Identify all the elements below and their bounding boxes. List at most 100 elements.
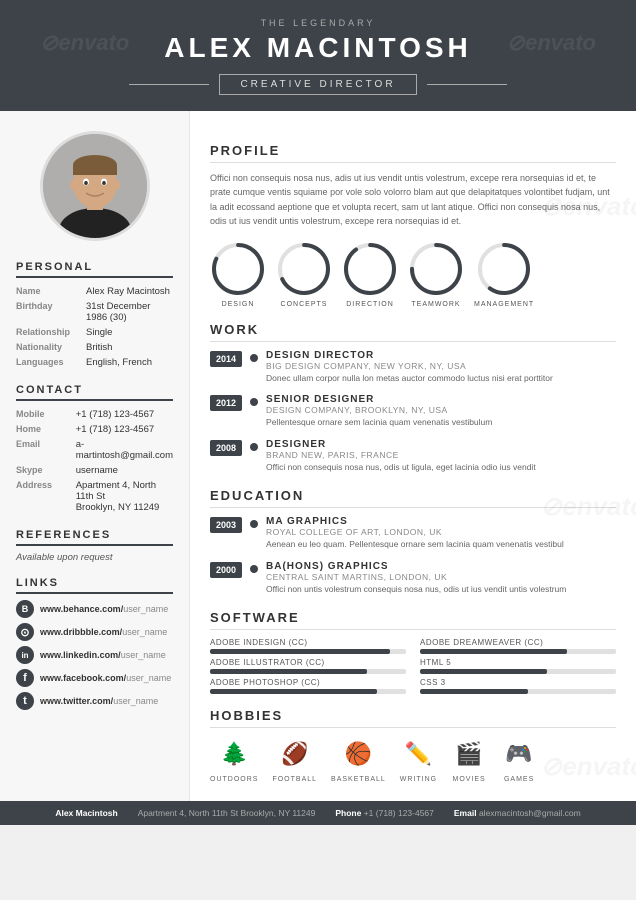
right-column: ⊘envato ⊘envato ⊘envato Profile Offici n… <box>190 111 636 801</box>
hobby-item-writing: ✏️ Writing <box>400 736 437 783</box>
software-bar-fill <box>420 689 528 694</box>
timeline-content: BA(Hons) Graphics Central Saint Martins,… <box>266 561 616 596</box>
personal-relationship-value: Single <box>86 325 173 340</box>
contact-email-value: a-martintosh@gmail.com <box>76 437 173 463</box>
software-item: Adobe Dreamweaver (CC) <box>420 638 616 654</box>
personal-name-value: Alex Ray Macintosh <box>86 284 173 299</box>
references-section-title: References <box>16 529 173 546</box>
hobby-item-football: 🏈 Football <box>272 736 317 783</box>
software-bar-bg <box>420 649 616 654</box>
personal-relationship-label: Relationship <box>16 325 86 340</box>
facebook-link-text: www.facebook.com/user_name <box>40 673 171 683</box>
timeline-company: Central Saint Martins, London, UK <box>266 572 616 582</box>
skill-circle-teamwork: Teamwork <box>408 241 464 308</box>
hobby-icon: 🏀 <box>340 736 376 772</box>
software-name: Adobe Dreamweaver (CC) <box>420 638 616 647</box>
contact-skype-label: Skype <box>16 463 76 478</box>
link-twitter[interactable]: t www.twitter.com/user_name <box>16 692 173 710</box>
software-bar-bg <box>420 669 616 674</box>
software-bar-fill <box>210 669 367 674</box>
personal-relationship-row: Relationship Single <box>16 325 173 340</box>
timeline-dot <box>250 443 258 451</box>
software-item: Adobe InDesign (CC) <box>210 638 406 654</box>
personal-nationality-label: Nationality <box>16 340 86 355</box>
year-badge: 2012 <box>210 395 242 411</box>
timeline-dot <box>250 565 258 573</box>
timeline-content: Senior Designer Design Company, Brooklyn… <box>266 394 616 429</box>
education-item: 2003 MA Graphics Royal College of Art, L… <box>210 516 616 551</box>
contact-skype-row: Skype username <box>16 463 173 478</box>
timeline-content: Designer Brand New, Paris, France Offici… <box>266 439 616 474</box>
timeline-dot <box>250 520 258 528</box>
link-dribbble[interactable]: ⊙ www.dribbble.com/user_name <box>16 623 173 641</box>
personal-languages-row: Languages English, French <box>16 355 173 370</box>
contact-mobile-value: +1 (718) 123-4567 <box>76 407 173 422</box>
timeline-content: MA Graphics Royal College of Art, London… <box>266 516 616 551</box>
hobby-item-outdoors: 🌲 Outdoors <box>210 736 258 783</box>
contact-address-value: Apartment 4, North 11th St Brooklyn, NY … <box>76 478 173 515</box>
hobby-icon: 🏈 <box>277 736 313 772</box>
contact-address-row: Address Apartment 4, North 11th St Brook… <box>16 478 173 515</box>
contact-home-row: Home +1 (718) 123-4567 <box>16 422 173 437</box>
hobbies-heading: Hobbies <box>210 708 616 728</box>
personal-name-label: Name <box>16 284 86 299</box>
twitter-icon: t <box>16 692 34 710</box>
header: ⊘envato ⊘envato The Legendary Alex Macin… <box>0 0 636 111</box>
hobby-item-basketball: 🏀 Basketball <box>331 736 386 783</box>
software-bar-fill <box>420 669 547 674</box>
personal-table: Name Alex Ray Macintosh Birthday 31st De… <box>16 284 173 370</box>
software-name: Adobe Photoshop (CC) <box>210 678 406 687</box>
behance-link-text: www.behance.com/user_name <box>40 604 168 614</box>
work-heading: Work <box>210 322 616 342</box>
dribbble-icon: ⊙ <box>16 623 34 641</box>
linkedin-link-text: www.linkedin.com/user_name <box>40 650 166 660</box>
software-bar-fill <box>210 689 377 694</box>
header-title-box: Creative Director <box>219 74 416 95</box>
linkedin-icon: in <box>16 646 34 664</box>
timeline-title: Design Director <box>266 350 616 361</box>
year-badge: 2014 <box>210 351 242 367</box>
hobby-label: Games <box>504 776 534 783</box>
contact-mobile-label: Mobile <box>16 407 76 422</box>
header-name: Alex Macintosh <box>20 32 616 64</box>
software-bar-bg <box>210 689 406 694</box>
hobby-icon: 🌲 <box>216 736 252 772</box>
timeline-desc: Aenean eu leo quam. Pellentesque ornare … <box>266 539 616 551</box>
link-linkedin[interactable]: in www.linkedin.com/user_name <box>16 646 173 664</box>
skill-circle-direction: Direction <box>342 241 398 308</box>
twitter-link-text: www.twitter.com/user_name <box>40 696 158 706</box>
timeline-desc: Donec ullam corpor nulla lon metas aucto… <box>266 373 616 385</box>
work-item: 2008 Designer Brand New, Paris, France O… <box>210 439 616 474</box>
contact-email-label: Email <box>16 437 76 463</box>
footer: Alex Macintosh Apartment 4, North 11th S… <box>0 801 636 825</box>
work-timeline: 2014 Design Director Big Design Company,… <box>210 350 616 475</box>
header-line-right <box>427 84 507 85</box>
profile-photo <box>40 131 150 241</box>
software-bar-fill <box>210 649 390 654</box>
timeline-title: MA Graphics <box>266 516 616 527</box>
software-item: Adobe Illustrator (CC) <box>210 658 406 674</box>
contact-email-row: Email a-martintosh@gmail.com <box>16 437 173 463</box>
hobby-icon: 🎮 <box>501 736 537 772</box>
personal-languages-value: English, French <box>86 355 173 370</box>
contact-skype-value: username <box>76 463 173 478</box>
personal-section-title: Personal <box>16 261 173 278</box>
contact-home-value: +1 (718) 123-4567 <box>76 422 173 437</box>
skill-circle-management: Management <box>474 241 534 308</box>
photo-wrap <box>16 131 173 241</box>
hobby-icon: ✏️ <box>400 736 436 772</box>
link-facebook[interactable]: f www.facebook.com/user_name <box>16 669 173 687</box>
contact-section-title: Contact <box>16 384 173 401</box>
education-heading: Education <box>210 488 616 508</box>
timeline-company: Brand New, Paris, France <box>266 450 616 460</box>
link-behance[interactable]: B www.behance.com/user_name <box>16 600 173 618</box>
behance-icon: B <box>16 600 34 618</box>
footer-email: Email alexmacintosh@gmail.com <box>454 808 581 818</box>
personal-nationality-row: Nationality British <box>16 340 173 355</box>
footer-name: Alex Macintosh <box>55 808 117 818</box>
left-column: Personal Name Alex Ray Macintosh Birthda… <box>0 111 190 801</box>
software-grid: Adobe InDesign (CC) Adobe Dreamweaver (C… <box>210 638 616 694</box>
software-item: CSS 3 <box>420 678 616 694</box>
hobby-item-games: 🎮 Games <box>501 736 537 783</box>
timeline-company: Big Design Company, New York, NY, USA <box>266 361 616 371</box>
